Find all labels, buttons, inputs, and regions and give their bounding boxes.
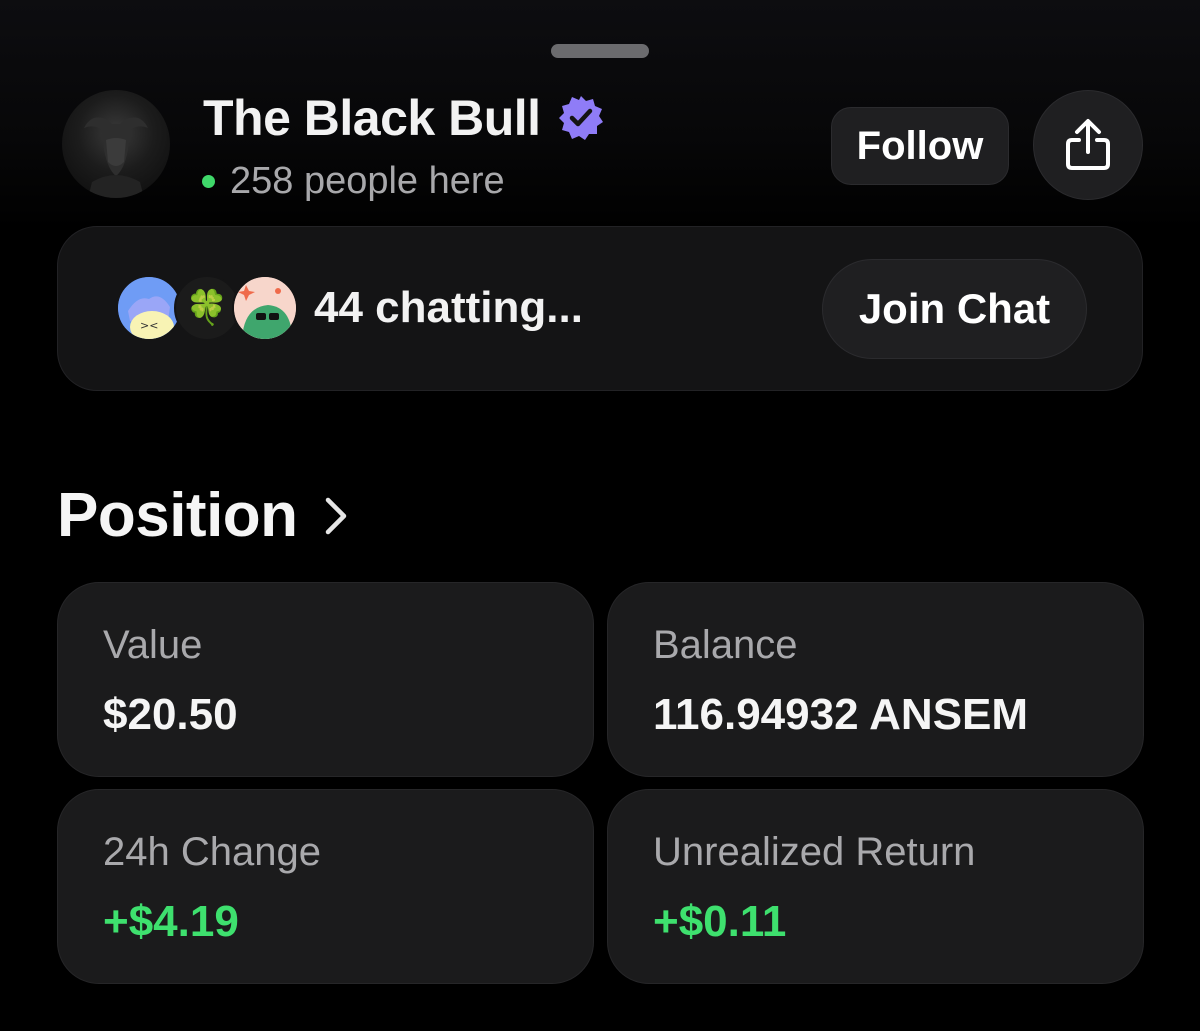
community-title-row: The Black Bull <box>203 88 605 148</box>
stat-card-24h-change: 24h Change +$4.19 <box>57 789 594 984</box>
share-icon <box>1066 119 1110 170</box>
stat-label: Balance <box>653 623 798 667</box>
chatting-count: 44 chatting... <box>314 283 583 332</box>
sheet-grabber-handle[interactable] <box>551 44 649 58</box>
chat-participant-avatars: >< 🍀 <box>116 275 300 343</box>
stat-card-value: Value $20.50 <box>57 582 594 777</box>
stat-value: +$0.11 <box>653 897 787 946</box>
position-section-header[interactable]: Position <box>57 480 350 551</box>
verified-badge-icon <box>558 96 603 140</box>
follow-button[interactable]: Follow <box>831 107 1009 185</box>
presence-indicator: 258 people here <box>202 160 505 203</box>
stat-value: $20.50 <box>103 690 238 739</box>
online-dot-icon <box>202 175 215 188</box>
stat-card-balance: Balance 116.94932 ANSEM <box>607 582 1144 777</box>
section-title: Position <box>57 481 298 550</box>
community-title: The Black Bull <box>203 90 541 146</box>
profile-avatar[interactable] <box>62 90 170 198</box>
participant-avatar: >< <box>116 275 182 341</box>
stat-value: 116.94932 ANSEM <box>653 690 1029 739</box>
stat-label: Value <box>103 623 203 667</box>
stat-label: Unrealized Return <box>653 830 976 874</box>
stat-card-unrealized-return: Unrealized Return +$0.11 <box>607 789 1144 984</box>
svg-text:><: >< <box>140 319 158 332</box>
clover-icon: 🍀 <box>185 288 229 328</box>
share-button[interactable] <box>1033 90 1143 200</box>
stat-value: +$4.19 <box>103 897 239 946</box>
participant-avatar <box>232 275 298 341</box>
chevron-right-icon <box>325 497 346 534</box>
stat-label: 24h Change <box>103 830 321 874</box>
presence-count: 258 people here <box>230 160 505 202</box>
join-chat-button[interactable]: Join Chat <box>822 259 1087 359</box>
participant-avatar: 🍀 <box>174 275 240 341</box>
